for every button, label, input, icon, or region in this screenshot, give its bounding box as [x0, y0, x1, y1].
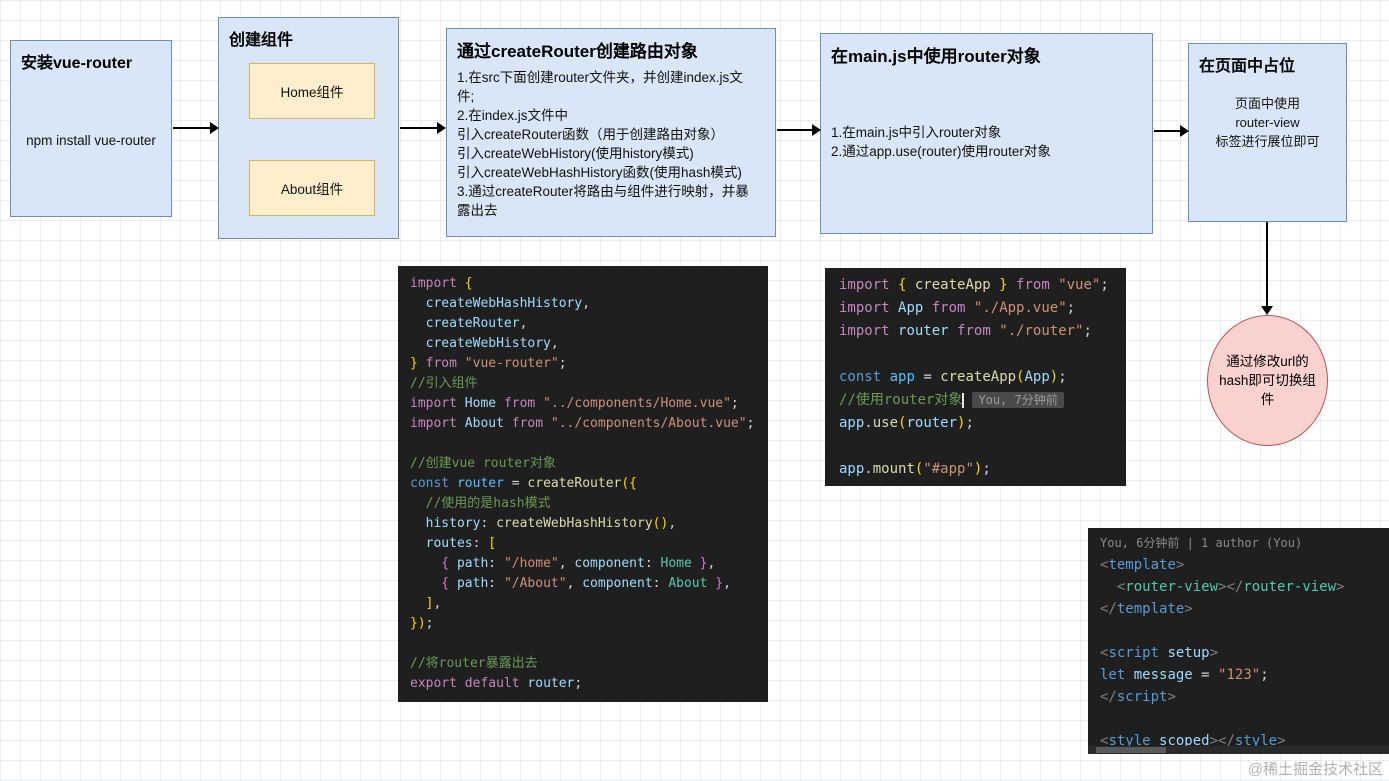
flow-box-create-components[interactable]: 创建组件 Home组件 About组件 [218, 17, 399, 239]
horizontal-scrollbar[interactable] [1088, 746, 1389, 754]
code-line: history: createWebHashHistory(), [410, 516, 677, 531]
code-line: ], [410, 596, 442, 611]
code-line: //使用router对象 You, 7分钟前 [839, 389, 1112, 412]
code-line: import App from "./App.vue"; [839, 300, 1076, 316]
code-line: { path: "/home", component: Home }, [410, 556, 716, 571]
scrollbar-thumb[interactable] [1096, 747, 1166, 753]
box-title: 安装vue-router [21, 55, 133, 72]
hash-switch-bubble[interactable]: 通过修改url的 hash即可切换组 件 [1207, 315, 1328, 446]
box-title: 创建组件 [229, 32, 294, 49]
flow-box-create-router-object[interactable]: 通过createRouter创建路由对象 1.在src下面创建router文件夹… [446, 28, 776, 237]
code-line: <template> [1100, 557, 1185, 573]
code-line: app.use(router); [839, 415, 974, 431]
home-component-box[interactable]: Home组件 [249, 63, 375, 119]
code-line: import { [410, 276, 473, 291]
code-block-app-vue[interactable]: You, 6分钟前 | 1 author (You) <template> <ro… [1088, 528, 1389, 754]
code-line: </template> [1100, 601, 1193, 617]
code-line: //引入组件 [410, 376, 478, 391]
code-line: { path: "/About", component: About }, [410, 576, 731, 591]
code-line: } from "vue-router"; [410, 356, 567, 371]
code-line: //使用的是hash模式 [410, 496, 551, 511]
code-line: export default router; [410, 676, 583, 691]
box-body: npm install vue-router [26, 133, 156, 148]
arrow-step2-to-step3 [400, 122, 446, 134]
box-title: 在main.js中使用router对象 [831, 47, 1041, 66]
code-line: import router from "./router"; [839, 323, 1092, 339]
flow-box-install-vue-router[interactable]: 安装vue-router npm install vue-router [10, 40, 172, 217]
code-block-router-index[interactable]: import { createWebHashHistory, createRou… [398, 266, 768, 702]
code-line: import About from "../components/About.v… [410, 416, 755, 431]
code-line: import { createApp } from "vue"; [839, 277, 1109, 293]
box-body: 1.在main.js中引入router对象 2.通过app.use(router… [831, 125, 1051, 159]
code-line: createRouter, [410, 316, 528, 331]
code-line: app.mount("#app"); [839, 461, 991, 477]
code-line: <router-view></router-view> [1100, 579, 1345, 595]
flow-box-use-router-in-main[interactable]: 在main.js中使用router对象 1.在main.js中引入router对… [820, 33, 1153, 234]
code-line: createWebHashHistory, [410, 296, 591, 311]
box-title: 在页面中占位 [1199, 58, 1296, 75]
code-block-main-js[interactable]: import { createApp } from "vue"; import A… [825, 268, 1126, 486]
code-line: //创建vue router对象 [410, 456, 556, 471]
home-component-label: Home组件 [280, 85, 344, 100]
code-line: You, 6分钟前 | 1 author (You) [1100, 536, 1303, 550]
arrow-step5-to-bubble [1261, 222, 1273, 315]
code-line: //将router暴露出去 [410, 656, 538, 671]
box-body: 页面中使用 router-view 标签进行展位即可 [1215, 96, 1320, 149]
arrow-step1-to-step2 [173, 122, 219, 134]
arrow-step4-to-step5 [1154, 125, 1189, 137]
code-line: routes: [ [410, 536, 497, 551]
about-component-label: About组件 [280, 182, 344, 197]
box-title: 通过createRouter创建路由对象 [457, 42, 698, 61]
arrow-step3-to-step4 [777, 124, 821, 136]
code-line: </script> [1100, 689, 1176, 705]
flow-box-page-placeholder[interactable]: 在页面中占位 页面中使用 router-view 标签进行展位即可 [1188, 43, 1347, 222]
box-body: 1.在src下面创建router文件夹，并创建index.js文 件; 2.在i… [457, 70, 749, 218]
code-line: const app = createApp(App); [839, 369, 1067, 385]
code-line: let message = "123"; [1100, 667, 1269, 683]
about-component-box[interactable]: About组件 [249, 160, 375, 216]
code-line: <script setup> [1100, 645, 1219, 661]
flowchart-canvas: 安装vue-router npm install vue-router 创建组件… [0, 0, 1389, 781]
code-line: }); [410, 616, 434, 631]
code-line: createWebHistory, [410, 336, 559, 351]
bubble-text: 通过修改url的 hash即可切换组 件 [1219, 354, 1316, 407]
juejin-watermark: @稀土掘金技术社区 [1247, 761, 1383, 778]
code-line: import Home from "../components/Home.vue… [410, 396, 739, 411]
code-line: const router = createRouter({ [410, 476, 637, 491]
